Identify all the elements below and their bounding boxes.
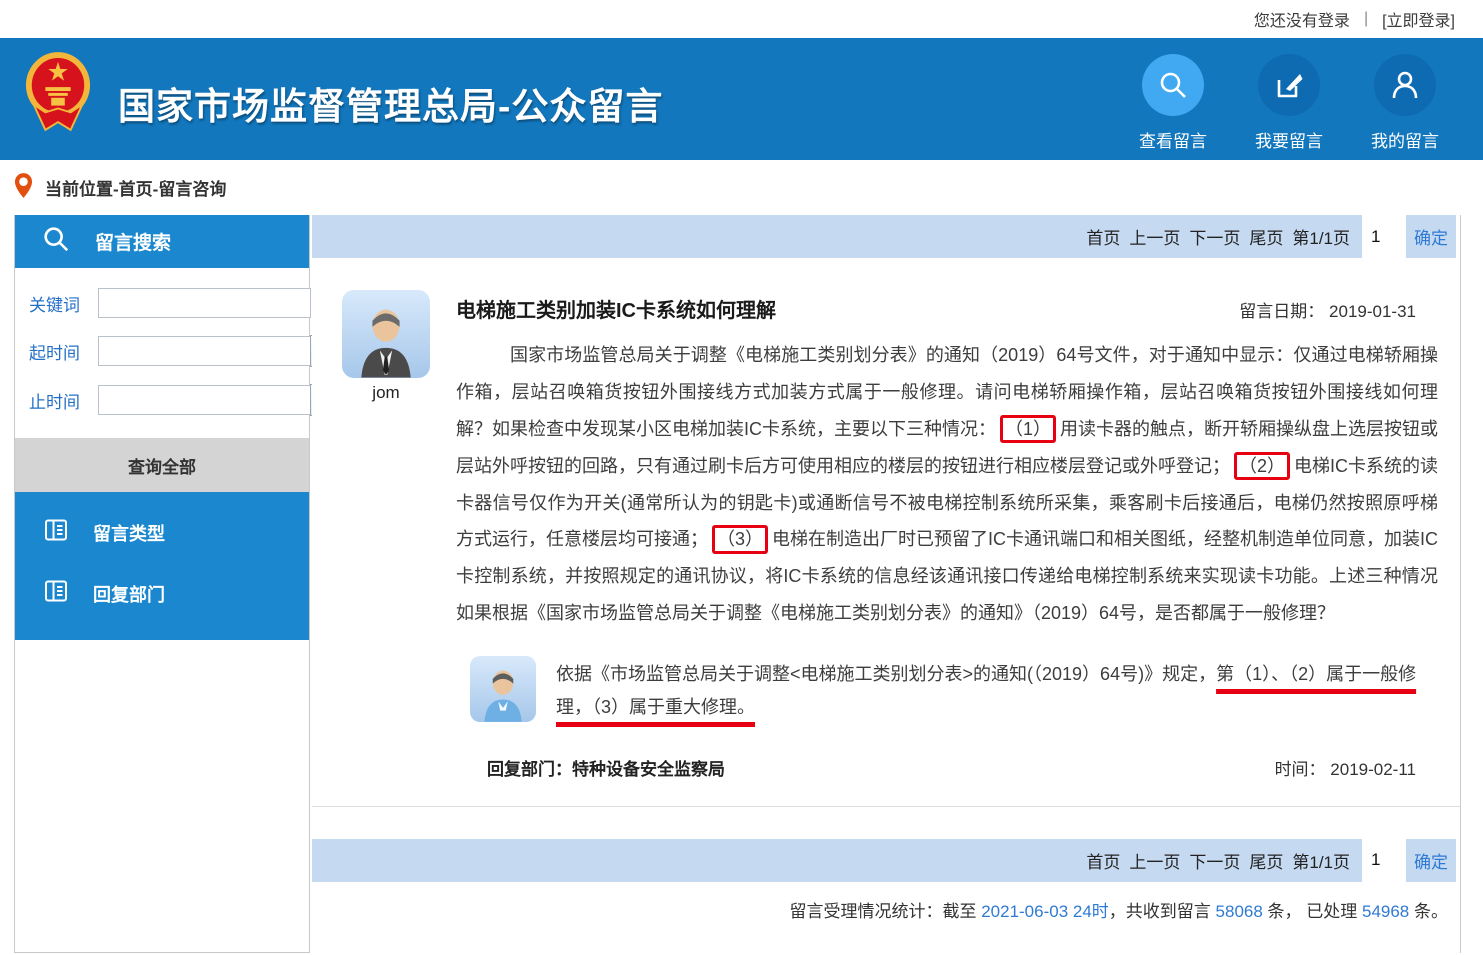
start-date-row: 起时间 [29,335,295,367]
confirm-button[interactable]: 确定 [1406,839,1456,882]
list-card-icon [43,517,69,548]
national-emblem-logo [24,50,92,137]
compose-icon [1258,54,1320,116]
highlighted-item-number: （3） [712,525,768,554]
highlighted-item-number: （2） [1234,452,1290,481]
page-number-input[interactable] [1362,839,1404,882]
reply-text-segment: 依据《市场监管总局关于调整<电梯施工类别划分表>的通知(（2019）64号)》规… [556,664,1216,684]
main-content: 首页 上一页 下一页 尾页 第1/1页 确定 [312,215,1461,953]
nav-label: 我的留言 [1371,127,1439,152]
sidebar-item-message-type[interactable]: 留言类型 [15,502,309,563]
keyword-label: 关键词 [29,291,89,316]
content: 留言搜索 关键词 起时间 [0,215,1483,955]
location-pin-icon [14,172,33,204]
reply-time: 时间： 2019-02-11 [1275,755,1416,780]
reply-dept-label: 回复部门： [487,760,572,779]
site-header: 国家市场监督管理总局-公众留言 查看留言 我要留言 [0,38,1483,160]
stats-suffix: 条。 [1409,902,1448,921]
pagination-top: 首页 上一页 下一页 尾页 第1/1页 确定 [312,215,1460,258]
brand: 国家市场监督管理总局-公众留言 [0,38,663,137]
pagination-bottom: 首页 上一页 下一页 尾页 第1/1页 确定 [312,839,1460,882]
stats-processed-count: 54968 [1362,902,1409,921]
message-title: 电梯施工类别加装IC卡系统如何理解 [456,294,776,323]
login-link[interactable]: [立即登录] [1382,7,1455,31]
message-body: 国家市场监管总局关于调整《电梯施工类别划分表》的通知（2019）64号文件，对于… [456,337,1442,632]
nav-label: 我要留言 [1255,127,1323,152]
topbar: 您还没有登录 | [立即登录] [0,0,1483,38]
page-prev-link[interactable]: 上一页 [1129,848,1180,873]
stats-received-count: 58068 [1216,902,1263,921]
sidebar-search-form: 关键词 起时间 [15,268,309,438]
end-date-label: 止时间 [29,388,89,413]
query-all-button[interactable]: 查询全部 [15,438,309,492]
sidebar-item-label: 回复部门 [93,581,165,607]
start-date-label: 起时间 [29,339,89,364]
stats-date: 2021-06-03 24时 [981,902,1109,921]
pagination-bar: 首页 上一页 下一页 尾页 第1/1页 [312,839,1362,882]
message-date-label: 留言日期： [1239,302,1324,321]
reply-item: 依据《市场监管总局关于调整<电梯施工类别划分表>的通知(（2019）64号)》规… [456,656,1442,725]
message-body-block: 电梯施工类别加装IC卡系统如何理解 留言日期： 2019-01-31 国家市场监… [456,290,1442,780]
page-next-link[interactable]: 下一页 [1189,848,1240,873]
sidebar-menu: 留言类型 回复部门 [15,492,309,640]
nav-my-messages[interactable]: 我的留言 [1371,54,1439,152]
page-last-link[interactable]: 尾页 [1249,848,1283,873]
sidebar-search-title: 留言搜索 [95,228,171,255]
page-next-link[interactable]: 下一页 [1189,224,1240,249]
search-icon [1142,54,1204,116]
keyword-input[interactable] [98,288,311,318]
breadcrumb: 当前位置-首页-留言咨询 [0,160,1483,215]
sidebar-search-header: 留言搜索 [15,215,309,268]
breadcrumb-text: 当前位置-首页-留言咨询 [45,175,226,200]
nav-view-messages[interactable]: 查看留言 [1139,54,1207,152]
page-last-link[interactable]: 尾页 [1249,224,1283,249]
message-head: 电梯施工类别加装IC卡系统如何理解 留言日期： 2019-01-31 [456,290,1442,323]
message-item: jom 电梯施工类别加装IC卡系统如何理解 留言日期： 2019-01-31 国… [312,258,1460,780]
reply-text: 依据《市场监管总局关于调整<电梯施工类别划分表>的通知(（2019）64号)》规… [556,656,1438,725]
sidebar-item-label: 留言类型 [93,520,165,546]
message-author-block: jom [342,290,430,780]
list-card-icon [43,578,69,609]
confirm-button[interactable]: 确定 [1406,215,1456,258]
stats-mid1: ，共收到留言 [1109,902,1216,921]
nav-label: 查看留言 [1139,127,1207,152]
reply-dept-value: 特种设备安全监察局 [572,760,725,779]
sidebar-item-reply-dept[interactable]: 回复部门 [15,563,309,624]
header-nav: 查看留言 我要留言 我的留言 [1139,38,1483,152]
page-number-input[interactable] [1362,215,1404,258]
site-title: 国家市场监督管理总局-公众留言 [118,76,663,130]
login-status-text: 您还没有登录 [1254,7,1350,31]
sidebar: 留言搜索 关键词 起时间 [14,215,310,953]
page-first-link[interactable]: 首页 [1086,848,1120,873]
author-name: jom [342,383,430,403]
message-date: 留言日期： 2019-01-31 [1239,297,1442,322]
page-info: 第1/1页 [1292,224,1350,249]
keyword-row: 关键词 [29,288,295,318]
page: 您还没有登录 | [立即登录] 国家市场监督管理总局-公众留言 [0,0,1483,955]
end-date-input[interactable] [98,385,310,415]
nav-post-message[interactable]: 我要留言 [1255,54,1323,152]
page-info: 第1/1页 [1292,848,1350,873]
stats-label: 留言受理情况统计：截至 [789,902,981,921]
reply-time-label: 时间： [1275,760,1326,779]
topbar-separator: | [1364,10,1368,28]
divider [312,806,1460,807]
page-first-link[interactable]: 首页 [1086,224,1120,249]
message-date-value: 2019-01-31 [1329,302,1416,321]
reply-dept: 回复部门：特种设备安全监察局 [487,755,725,780]
page-prev-link[interactable]: 上一页 [1129,224,1180,249]
stats-mid2: 条， 已处理 [1263,902,1362,921]
pagination-bar: 首页 上一页 下一页 尾页 第1/1页 [312,215,1362,258]
reply-time-value: 2019-02-11 [1330,760,1416,779]
avatar [342,290,430,378]
search-icon [41,224,71,260]
user-icon [1374,54,1436,116]
stats-line: 留言受理情况统计：截至 2021-06-03 24时，共收到留言 58068 条… [312,897,1460,922]
reply-meta-row: 回复部门：特种设备安全监察局 时间： 2019-02-11 [456,755,1442,780]
end-date-row: 止时间 [29,384,295,416]
reply-avatar [470,656,536,722]
start-date-input[interactable] [98,336,310,366]
highlighted-item-number: （1） [1000,415,1056,444]
